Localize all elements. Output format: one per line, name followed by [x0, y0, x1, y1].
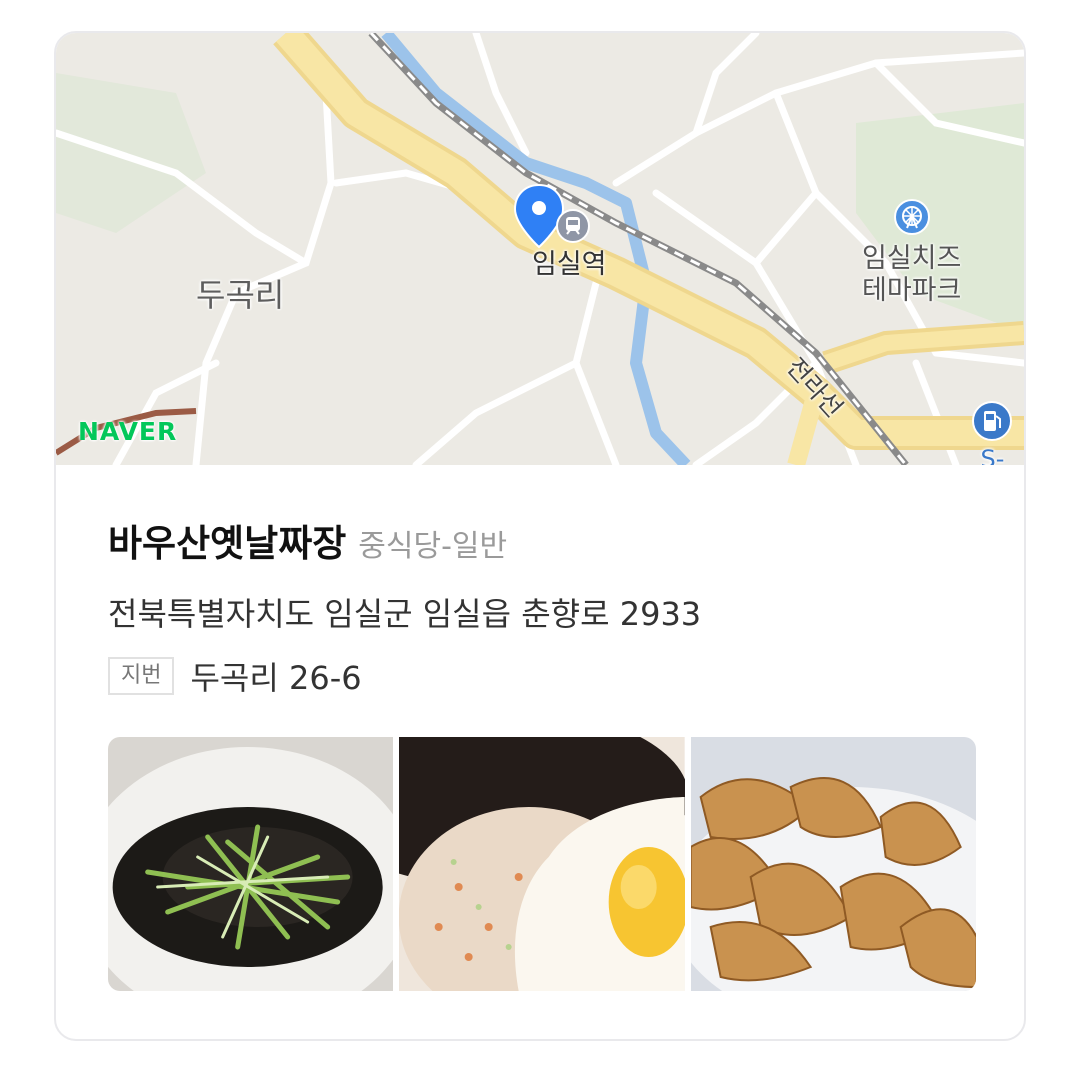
jibun-badge: 지번 [108, 657, 175, 695]
map-preview[interactable]: 임실역 두곡리 임실치즈 테마파크 전라선 S-OIL NAVER [56, 33, 1024, 465]
theme-park-label-line1: 임실치즈 [862, 243, 962, 274]
area-label: 두곡리 [196, 276, 285, 314]
dumplings-photo[interactable] [690, 737, 976, 991]
gas-station-label: S-OIL [980, 445, 1005, 465]
photo-strip [108, 737, 976, 991]
place-info: 바우산옛날짜장 중식당-일반 전북특별자치도 임실군 임실읍 춘향로 2933 … [108, 513, 978, 699]
station-label: 임실역 [532, 249, 607, 280]
place-category: 중식당-일반 [358, 529, 508, 564]
naver-logo: NAVER [78, 417, 178, 446]
theme-park-label-line2: 테마파크 [862, 274, 962, 306]
place-card[interactable]: 임실역 두곡리 임실치즈 테마파크 전라선 S-OIL NAVER [54, 31, 1026, 1041]
train-station-icon [556, 209, 590, 247]
jjajangmyeon-photo[interactable] [108, 737, 394, 991]
ferris-wheel-icon [894, 199, 930, 239]
road-address: 전북특별자치도 임실군 임실읍 춘향로 2933 [108, 595, 702, 633]
title-row: 바우산옛날짜장 중식당-일반 [108, 513, 978, 567]
jibun-address: 두곡리 26-6 [190, 659, 362, 697]
jibun-row: 지번 두곡리 26-6 [108, 653, 978, 699]
gas-station-icon [972, 401, 1012, 445]
place-name[interactable]: 바우산옛날짜장 [108, 513, 346, 567]
theme-park-label: 임실치즈 테마파크 [862, 243, 961, 307]
fried-rice-photo[interactable] [399, 737, 685, 991]
